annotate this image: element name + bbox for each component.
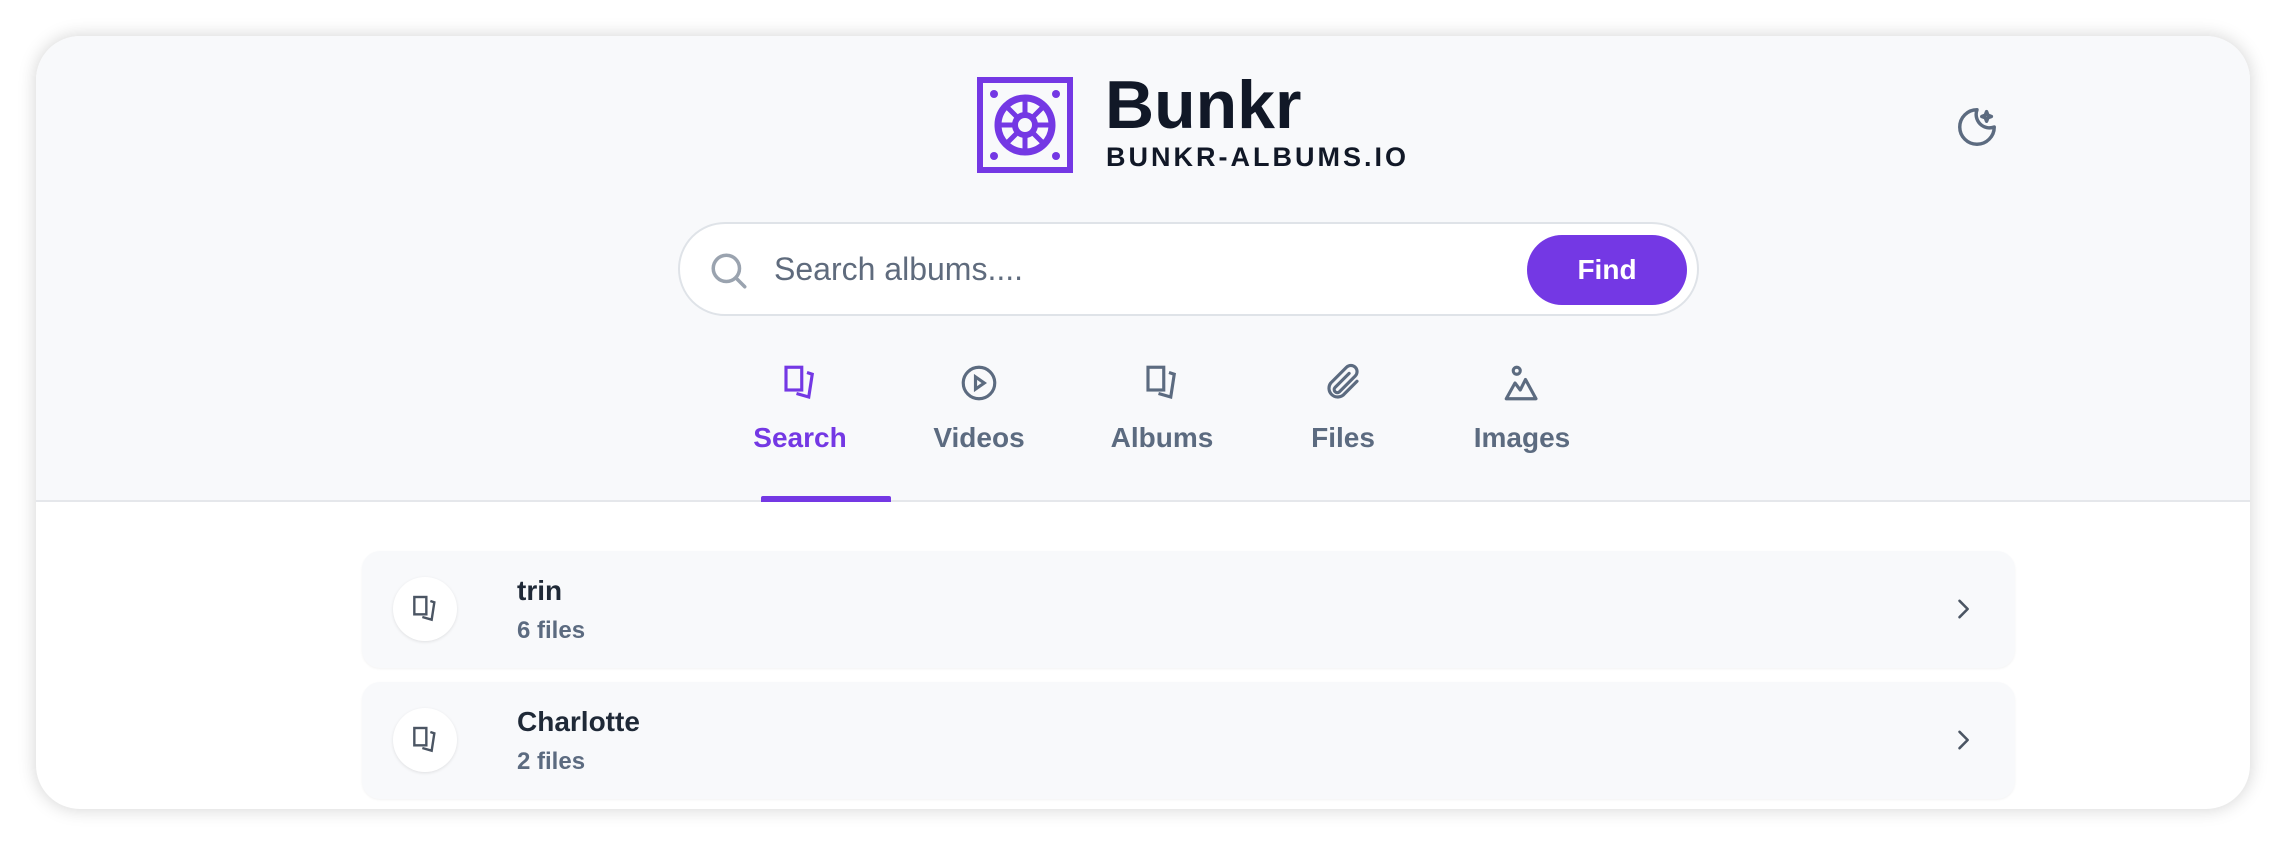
moon-sparkle-icon[interactable] xyxy=(1954,104,2000,150)
search-icon xyxy=(711,253,747,289)
brand-name: Bunkr xyxy=(1105,67,1302,143)
play-circle-icon xyxy=(961,365,997,401)
tab-videos[interactable]: Videos xyxy=(904,362,1054,502)
search-input[interactable] xyxy=(774,244,1594,294)
find-button[interactable]: Find xyxy=(1527,235,1687,305)
tab-images[interactable]: Images xyxy=(1447,362,1597,502)
albums-icon xyxy=(413,595,436,622)
album-title: trin xyxy=(517,575,563,606)
bunkr-logo-icon[interactable] xyxy=(977,77,1073,173)
paperclip-icon xyxy=(1327,363,1359,399)
tab-label: Files xyxy=(1311,422,1375,453)
albums-icon xyxy=(1146,365,1177,400)
page-card: Bunkr BUNKR-ALBUMS.IO Find Search Videos… xyxy=(36,36,2250,809)
header: Bunkr BUNKR-ALBUMS.IO Find Search Videos… xyxy=(36,36,2250,502)
album-avatar xyxy=(393,708,457,772)
album-title: Charlotte xyxy=(517,706,640,737)
album-file-count: 6 files xyxy=(517,617,586,644)
brand-domain: BUNKR-ALBUMS.IO xyxy=(1106,142,1409,172)
tab-label: Images xyxy=(1473,422,1571,453)
search-bar: Find xyxy=(678,222,1699,316)
tab-albums[interactable]: Albums xyxy=(1087,362,1237,502)
chevron-right-icon xyxy=(1958,730,1969,750)
albums-icon xyxy=(784,365,815,400)
tab-label: Albums xyxy=(1110,422,1214,453)
tab-files[interactable]: Files xyxy=(1268,362,1418,502)
list-item[interactable]: trin 6 files xyxy=(362,551,2015,668)
tab-label: Videos xyxy=(933,422,1025,453)
album-avatar xyxy=(393,577,457,641)
tab-search[interactable]: Search xyxy=(725,362,875,502)
albums-icon xyxy=(413,726,436,753)
chevron-right-icon xyxy=(1958,599,1969,619)
active-tab-indicator xyxy=(761,496,891,502)
image-icon xyxy=(1504,365,1538,401)
list-item[interactable]: Charlotte 2 files xyxy=(362,682,2015,799)
album-file-count: 2 files xyxy=(517,748,586,775)
tab-label: Search xyxy=(753,422,847,453)
